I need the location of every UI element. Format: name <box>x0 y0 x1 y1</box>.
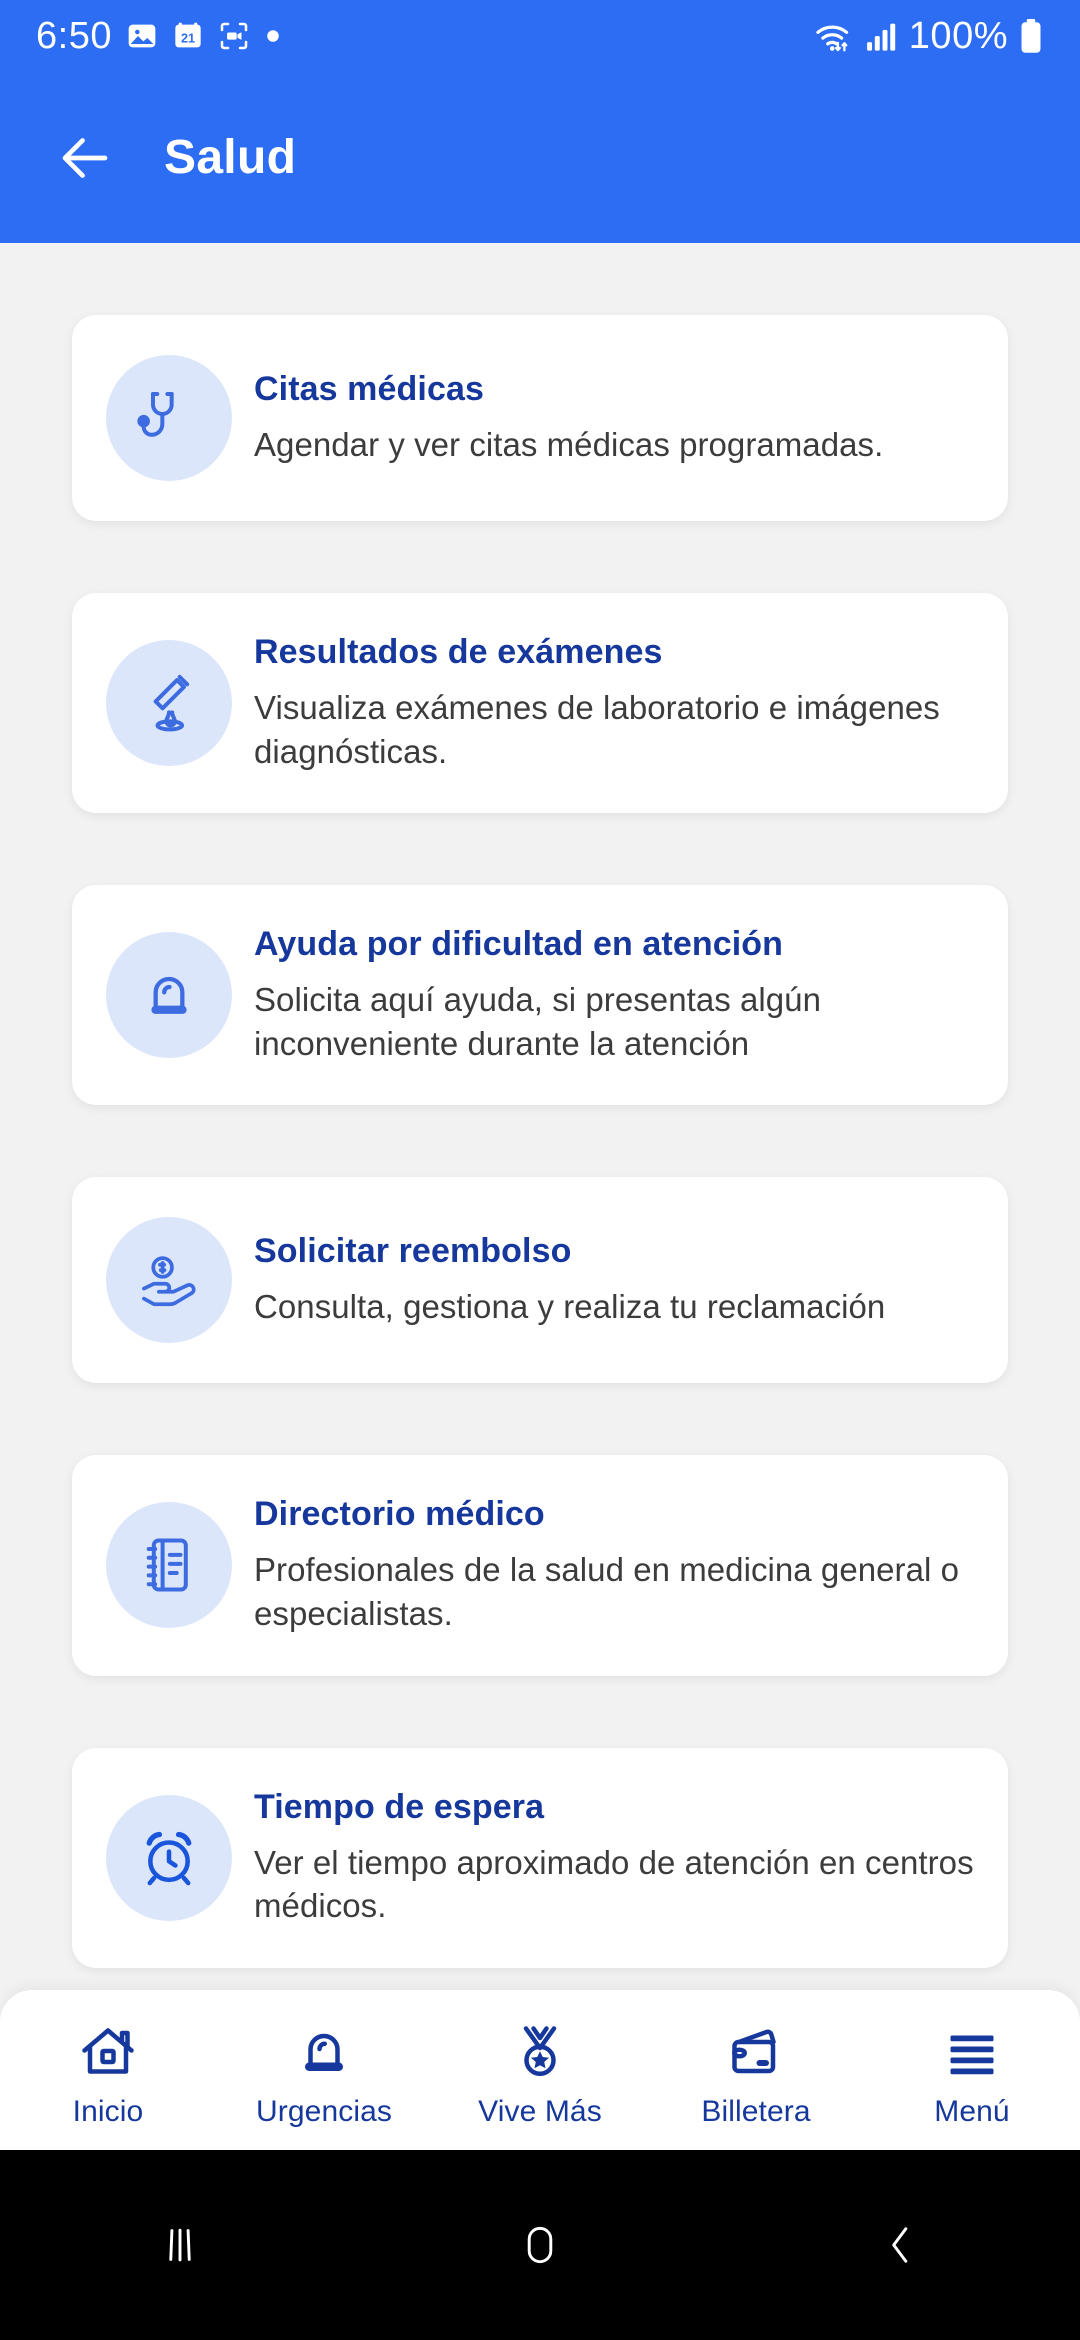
bottom-tab-bar: Inicio Urgencias Vive Más Billetera Menú <box>0 1990 1080 2150</box>
card-resultados-examenes[interactable]: Resultados de exámenes Visualiza exámene… <box>72 593 1008 814</box>
phone-screen: 6:50 21 100% Salud Citas médicas Agendar… <box>0 0 1080 2340</box>
battery-icon <box>1018 18 1044 54</box>
tab-label: Inicio <box>72 2094 144 2128</box>
card-solicitar-reembolso[interactable]: Solicitar reembolso Consulta, gestiona y… <box>72 1177 1008 1384</box>
card-text: Directorio médico Profesionales de la sa… <box>254 1495 974 1635</box>
card-title: Ayuda por dificultad en atención <box>254 925 783 964</box>
status-bar: 6:50 21 100% <box>0 0 1080 72</box>
home-circle-icon <box>527 2226 553 2264</box>
status-bar-clock: 6:50 <box>36 14 112 57</box>
card-description: Ver el tiempo aproximado de atención en … <box>254 1843 974 1925</box>
card-description: Consulta, gestiona y realiza tu reclamac… <box>254 1288 886 1326</box>
hamburger-menu-icon <box>950 2035 994 2074</box>
dropper-icon <box>106 640 232 767</box>
card-title: Citas médicas <box>254 369 484 408</box>
home-button[interactable] <box>465 2170 615 2320</box>
tab-label: Billetera <box>701 2094 811 2128</box>
tab-urgencias[interactable]: Urgencias <box>234 2022 414 2129</box>
card-description: Agendar y ver citas médicas programadas. <box>254 425 884 463</box>
card-description: Profesionales de la salud en medicina ge… <box>254 1551 959 1633</box>
tab-inicio[interactable]: Inicio <box>18 2022 198 2129</box>
screen-record-icon <box>218 20 250 52</box>
card-list[interactable]: Citas médicas Agendar y ver citas médica… <box>0 243 1080 2010</box>
tab-menu[interactable]: Menú <box>882 2022 1062 2129</box>
card-tiempo-espera[interactable]: Tiempo de espera Ver el tiempo aproximad… <box>72 1747 1008 1968</box>
dot-icon <box>264 27 282 45</box>
card-title: Resultados de exámenes <box>254 633 663 671</box>
card-description: Visualiza exámenes de laboratorio e imág… <box>254 689 940 770</box>
wallet-icon <box>732 2029 776 2073</box>
back-button[interactable] <box>48 121 122 195</box>
status-bar-left: 6:50 21 <box>36 15 282 58</box>
medal-icon <box>523 2025 557 2076</box>
address-book-icon <box>106 1502 232 1629</box>
android-navigation-bar <box>0 2150 1080 2340</box>
card-title: Directorio médico <box>254 1495 545 1534</box>
card-description: Solicita aquí ayuda, si presentas algún … <box>254 981 821 1062</box>
app-header: Salud <box>0 72 1080 243</box>
calendar-21-icon: 21 <box>172 20 204 52</box>
back-chevron-icon <box>892 2227 908 2263</box>
card-directorio-medico[interactable]: Directorio médico Profesionales de la sa… <box>72 1455 1008 1676</box>
card-ayuda-dificultad[interactable]: Ayuda por dificultad en atención Solicit… <box>72 885 1008 1106</box>
home-icon <box>82 2027 134 2074</box>
card-text: Citas médicas Agendar y ver citas médica… <box>254 370 974 467</box>
wifi-icon <box>813 17 853 55</box>
card-text: Tiempo de espera Ver el tiempo aproximad… <box>254 1788 974 1928</box>
card-title: Solicitar reembolso <box>254 1232 572 1271</box>
tab-label: Urgencias <box>256 2094 392 2128</box>
recents-icon <box>169 2228 191 2262</box>
card-text: Solicitar reembolso Consulta, gestiona y… <box>254 1232 974 1329</box>
hand-coin-icon <box>106 1217 232 1344</box>
battery-percent-label: 100% <box>908 14 1008 57</box>
stethoscope-icon <box>106 355 232 481</box>
page-title: Salud <box>164 131 297 184</box>
recents-button[interactable] <box>105 2170 255 2320</box>
card-title: Tiempo de espera <box>254 1787 545 1826</box>
card-text: Resultados de exámenes Visualiza exámene… <box>254 633 974 773</box>
arrow-left-icon <box>62 137 108 178</box>
alarm-clock-icon <box>106 1794 232 1921</box>
svg-text:21: 21 <box>181 32 195 46</box>
tab-label: Vive Más <box>478 2094 602 2128</box>
siren-icon <box>106 932 232 1059</box>
siren-icon <box>305 2033 343 2071</box>
tab-billetera[interactable]: Billetera <box>666 2022 846 2129</box>
tab-label: Menú <box>934 2094 1010 2128</box>
back-button-system[interactable] <box>825 2170 975 2320</box>
status-bar-right: 100% <box>813 15 1044 58</box>
tab-vive-mas[interactable]: Vive Más <box>450 2022 630 2129</box>
signal-icon <box>863 19 899 53</box>
card-text: Ayuda por dificultad en atención Solicit… <box>254 925 974 1065</box>
image-icon <box>126 20 158 52</box>
card-citas-medicas[interactable]: Citas médicas Agendar y ver citas médica… <box>72 315 1008 521</box>
